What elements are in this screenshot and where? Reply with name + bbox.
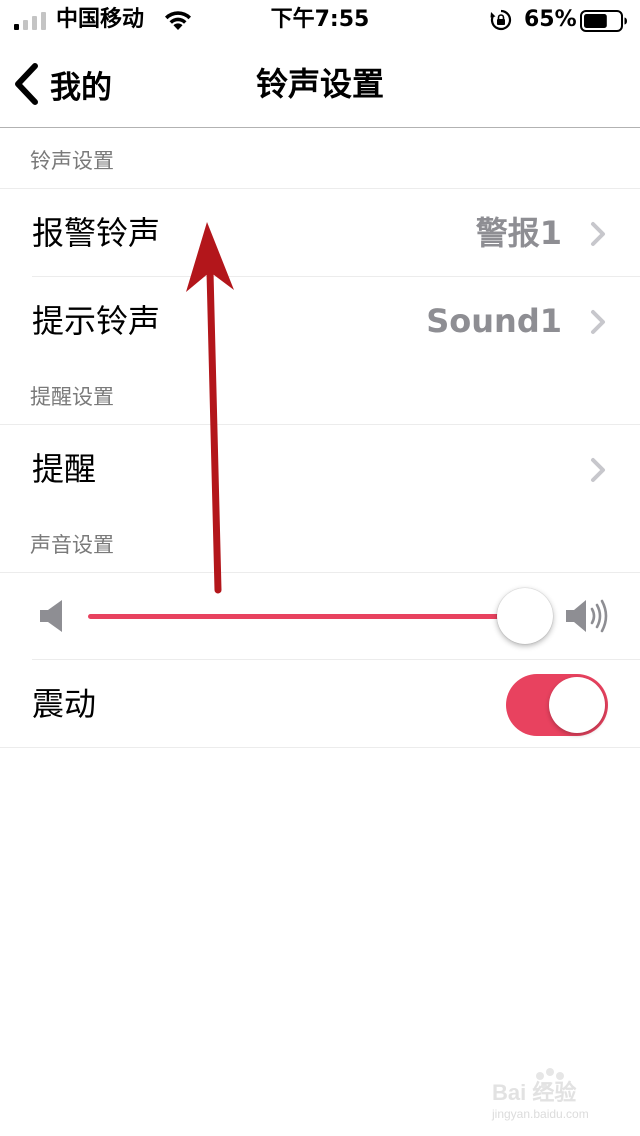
volume-low-icon <box>40 600 62 632</box>
vibrate-toggle[interactable] <box>506 674 608 736</box>
vibrate-row: 震动 <box>0 660 640 748</box>
chevron-right-icon <box>591 222 605 246</box>
volume-high-icon <box>566 599 608 633</box>
chevron-right-icon <box>591 310 605 334</box>
row-value: Sound1 <box>426 302 562 340</box>
row-value: 警报1 <box>475 214 562 252</box>
chevron-right-icon <box>591 458 605 482</box>
watermark-brand: Bai 经验 <box>492 1080 576 1105</box>
volume-slider-track[interactable] <box>88 614 528 619</box>
notice-ringtone-row[interactable]: 提示铃声 Sound1 <box>0 277 640 365</box>
battery-icon <box>580 10 627 32</box>
row-label: 提醒 <box>32 450 97 488</box>
section-header-ringtone: 铃声设置 <box>0 129 640 189</box>
section-header-label: 声音设置 <box>30 533 114 557</box>
volume-slider-thumb[interactable] <box>497 588 553 644</box>
toggle-knob <box>549 677 605 733</box>
status-bar: 中国移动 下午7:55 65% <box>0 0 640 40</box>
row-label: 提示铃声 <box>32 302 161 340</box>
reminder-row[interactable]: 提醒 <box>0 425 640 513</box>
volume-row <box>0 572 640 660</box>
battery-percent: 65% <box>524 7 577 32</box>
section-header-reminder: 提醒设置 <box>0 365 640 425</box>
row-label: 报警铃声 <box>32 214 161 252</box>
section-header-label: 提醒设置 <box>30 385 114 409</box>
section-header-sound: 声音设置 <box>0 513 640 573</box>
rotation-lock-icon <box>490 9 512 31</box>
watermark-logo: Bai 经验 jingyan.baidu.com <box>491 1068 589 1121</box>
section-header-label: 铃声设置 <box>30 149 114 173</box>
watermark-domain: jingyan.baidu.com <box>491 1107 589 1121</box>
row-label: 震动 <box>32 685 97 723</box>
alarm-ringtone-row[interactable]: 报警铃声 警报1 <box>0 189 640 277</box>
navigation-bar: 我的 铃声设置 <box>0 40 640 128</box>
page-title: 铃声设置 <box>255 65 384 103</box>
